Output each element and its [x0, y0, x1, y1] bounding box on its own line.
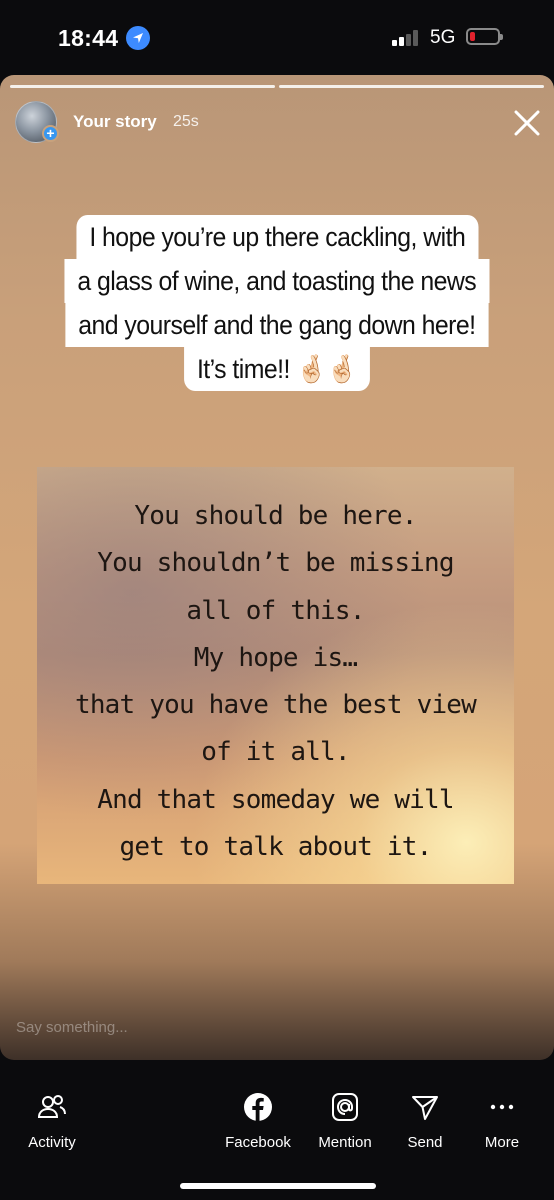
caption-line: It’s time!! 🤞🏻🤞🏻	[184, 347, 370, 391]
quote-line: And that someday we will	[97, 784, 454, 815]
activity-button[interactable]: Activity	[7, 1090, 97, 1151]
quote-text: You should be here. You shouldn’t be mis…	[37, 493, 514, 871]
story-timestamp: 25s	[173, 113, 199, 130]
close-icon[interactable]	[512, 108, 542, 138]
story-progress-segment-2	[279, 85, 544, 88]
story-username[interactable]: Your story	[73, 112, 157, 132]
reply-input[interactable]: Say something...	[16, 1019, 128, 1036]
status-bar: 18:44 5G	[0, 0, 554, 75]
quote-image: You should be here. You shouldn’t be mis…	[37, 467, 514, 884]
clock: 18:44	[58, 25, 119, 51]
activity-icon	[7, 1090, 97, 1124]
network-type: 5G	[430, 27, 456, 48]
activity-label: Activity	[28, 1134, 76, 1151]
battery-icon	[466, 28, 503, 45]
cellular-signal-icon	[392, 30, 422, 46]
quote-line: that you have the best view	[74, 690, 477, 721]
more-icon	[457, 1090, 547, 1124]
mention-icon	[300, 1090, 390, 1124]
caption-line: and yourself and the gang down here!	[65, 303, 489, 347]
facebook-label: Facebook	[225, 1134, 291, 1151]
more-button[interactable]: More	[457, 1090, 547, 1151]
story-progress-segment-1	[10, 85, 275, 88]
more-label: More	[484, 1134, 520, 1151]
home-indicator[interactable]	[180, 1183, 376, 1189]
quote-line: of it all.	[201, 737, 350, 768]
location-arrow-icon	[126, 26, 150, 50]
facebook-icon	[213, 1090, 303, 1124]
story-viewer[interactable]: + Your story 25s I hope you’re up there …	[0, 75, 554, 1060]
quote-line: My hope is…	[193, 642, 358, 673]
caption-line: I hope you’re up there cackling, with	[76, 215, 478, 259]
facebook-button[interactable]: Facebook	[213, 1090, 303, 1151]
quote-line: You shouldn’t be missing	[97, 548, 454, 579]
story-actions-bar: Activity Facebook Mention Send More	[0, 1060, 554, 1200]
caption-line: a glass of wine, and toasting the news	[64, 259, 490, 303]
quote-line: get to talk about it.	[119, 832, 433, 863]
story-caption: I hope you’re up there cackling, with a …	[0, 215, 554, 391]
mention-button[interactable]: Mention	[300, 1090, 390, 1151]
quote-line: all of this.	[186, 595, 365, 626]
add-story-plus-icon[interactable]: +	[42, 125, 59, 142]
mention-label: Mention	[318, 1134, 372, 1151]
quote-line: You should be here.	[134, 501, 417, 531]
